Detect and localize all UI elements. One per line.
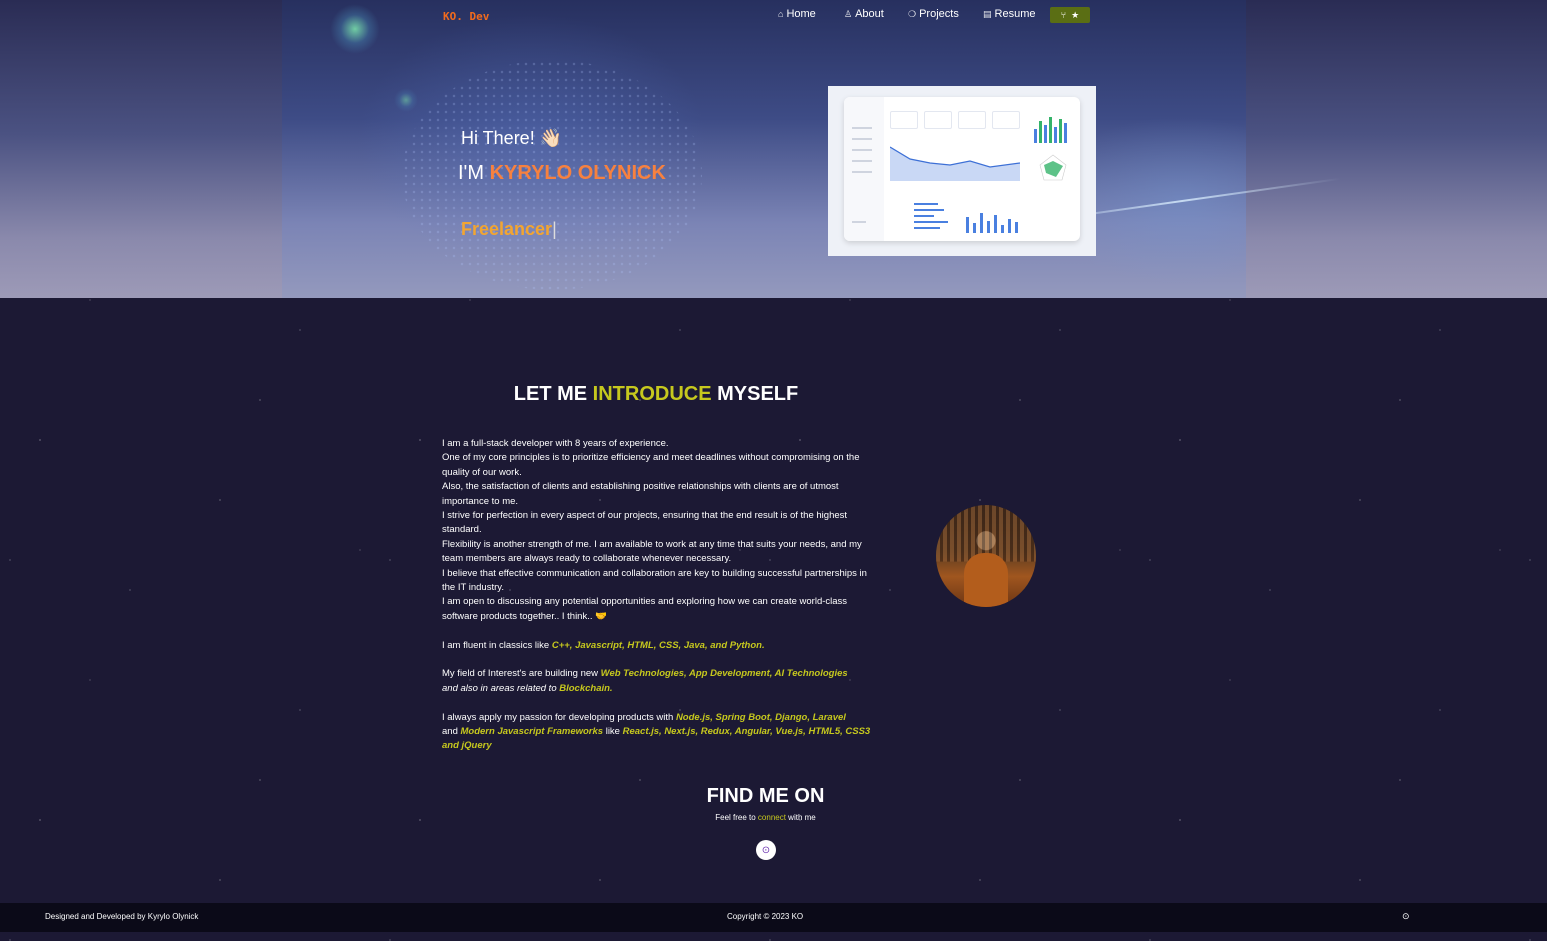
star-icon: ★ xyxy=(1071,9,1080,20)
dashboard-bar-chart xyxy=(1032,111,1072,143)
about-heading: LET ME INTRODUCE MYSELF xyxy=(513,383,799,405)
nav-resume-label: Resume xyxy=(994,8,1036,20)
footer-copyright: Copyright © 2023 KO xyxy=(727,912,804,921)
nav-about-label: About xyxy=(855,8,884,20)
hero-dashboard-image xyxy=(828,86,1096,256)
home-icon: ⌂ xyxy=(778,9,784,19)
about-paragraph: One of my core principles is to prioriti… xyxy=(442,452,860,478)
interest-blockchain: Blockchain. xyxy=(559,682,613,694)
about-interests: My field of Interest's are building new … xyxy=(442,668,848,694)
about-paragraph: I am open to discussing any potential op… xyxy=(442,596,848,622)
about-paragraph: Also, the satisfaction of clients and es… xyxy=(442,481,839,507)
github-fork-button[interactable]: ⑂ ★ xyxy=(1050,7,1090,23)
hero-name: KYRYLO OLYNICK xyxy=(489,162,666,184)
dashboard-sidebar xyxy=(844,97,884,241)
typewriter-cursor: | xyxy=(552,219,557,239)
site-logo[interactable]: KO. Dev xyxy=(443,10,489,23)
dashboard-column-chart xyxy=(964,207,1024,233)
interests-list: Web Technologies, App Development, AI Te… xyxy=(600,668,848,680)
find-me-heading: FIND ME ON xyxy=(706,785,825,807)
fork-icon: ⑂ xyxy=(1060,10,1067,20)
dashboard-radar-chart xyxy=(1039,154,1067,181)
dashboard-line-chart xyxy=(890,146,1020,181)
languages-list: C++, Javascript, HTML, CSS, Java, and Py… xyxy=(551,639,765,651)
connect-link[interactable]: connect xyxy=(758,813,786,822)
about-paragraph: I strive for perfection in every aspect … xyxy=(442,510,848,536)
user-icon: ♙ xyxy=(844,8,853,19)
github-icon[interactable]: ⊙ xyxy=(756,840,776,860)
nav-home[interactable]: ⌂ Home xyxy=(778,8,816,20)
footer: Designed and Developed by Kyrylo Olynick… xyxy=(0,903,1547,932)
hero-greeting: Hi There! 👋🏻 xyxy=(461,128,563,148)
footer-credits: Designed and Developed by Kyrylo Olynick xyxy=(45,912,199,921)
waving-hand-icon: 👋🏻 xyxy=(539,128,563,148)
about-heading-highlight: INTRODUCE xyxy=(592,383,712,405)
dashboard-kpis xyxy=(890,111,1020,129)
about-body: I am a full-stack developer with 8 years… xyxy=(442,437,872,754)
nav-resume[interactable]: ▤ Resume xyxy=(983,8,1035,20)
navbar: KO. Dev ⌂ Home ♙ About ❍ Projects ▤ Resu… xyxy=(0,0,1547,32)
frameworks-label: Modern Javascript Frameworks xyxy=(460,726,604,738)
backend-list: Node.js, Spring Boot, Django, Laravel xyxy=(675,711,846,723)
nav-projects[interactable]: ❍ Projects xyxy=(908,8,959,20)
light-glow xyxy=(394,88,418,112)
profile-avatar xyxy=(936,505,1036,607)
nav-about[interactable]: ♙ About xyxy=(844,8,884,20)
hero-name-line: I'M KYRYLO OLYNICK xyxy=(458,162,666,184)
dashboard-hbar-chart xyxy=(914,201,954,231)
hero-section: Hi There! 👋🏻 I'M KYRYLO OLYNICK Freelanc… xyxy=(0,0,1547,298)
hero-typewriter-role: Freelancer| xyxy=(461,219,557,239)
nav-projects-label: Projects xyxy=(919,8,959,20)
find-me-subtitle: Feel free to connect with me xyxy=(715,813,816,822)
projects-icon: ❍ xyxy=(908,8,917,19)
about-passion: I always apply my passion for developing… xyxy=(442,711,871,752)
about-paragraph: Flexibility is another strength of me. I… xyxy=(442,538,862,565)
footer-github-icon[interactable]: ⊙ xyxy=(1402,911,1410,922)
dashboard-mockup xyxy=(844,97,1080,241)
about-paragraph: I believe that effective communication a… xyxy=(442,567,867,594)
hero-background-image xyxy=(282,0,1246,298)
about-paragraph: I am a full-stack developer with 8 years… xyxy=(442,438,669,449)
nav-home-label: Home xyxy=(786,8,816,20)
about-languages: I am fluent in classics like C++, Javasc… xyxy=(442,639,765,651)
document-icon: ▤ xyxy=(983,8,992,19)
